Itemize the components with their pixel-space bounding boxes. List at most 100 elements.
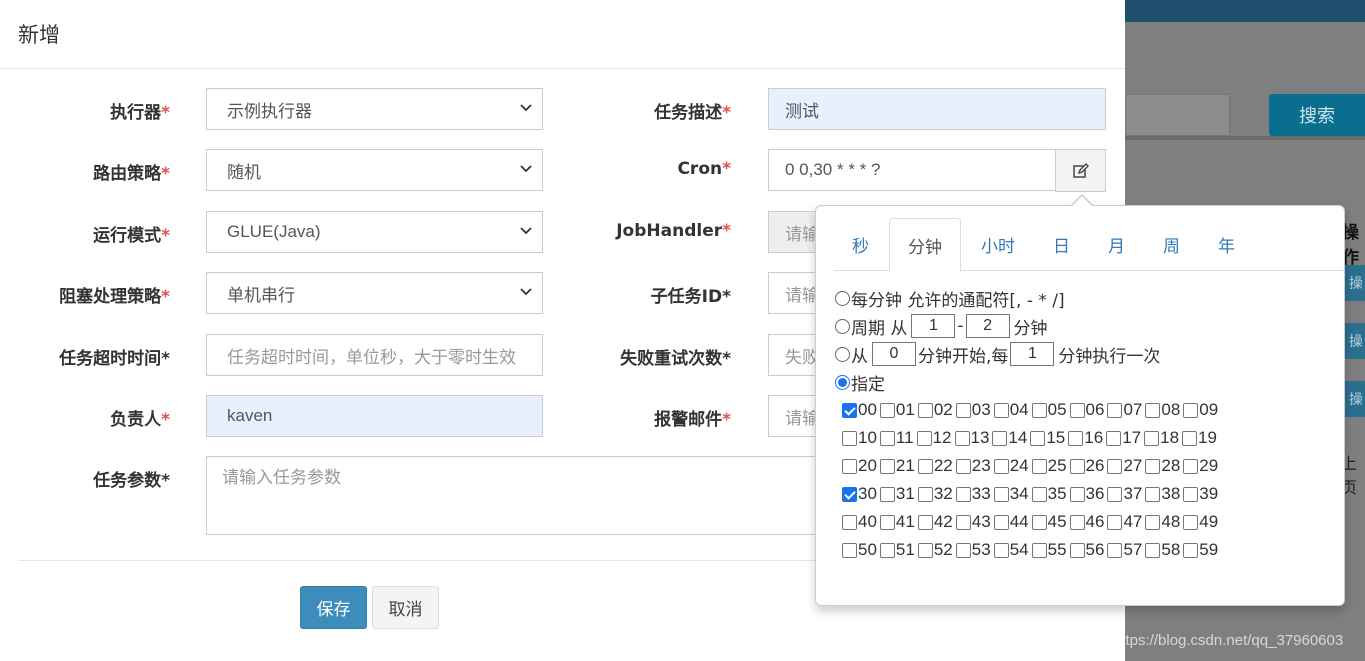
cron-tab[interactable]: 秒 — [834, 218, 887, 271]
cron-tab[interactable]: 日 — [1035, 218, 1088, 271]
minute-option[interactable]: 36 — [1069, 484, 1107, 504]
minute-option[interactable]: 31 — [879, 484, 917, 504]
minute-option[interactable]: 18 — [1144, 428, 1181, 448]
minute-option[interactable]: 46 — [1069, 512, 1107, 532]
interval-step-input[interactable]: 1 — [1010, 342, 1055, 366]
cron-tab[interactable]: 分钟 — [889, 218, 961, 272]
minute-option[interactable]: 02 — [917, 400, 955, 420]
select-field[interactable]: GLUE(Java) — [206, 211, 543, 253]
minute-checkbox[interactable] — [1031, 542, 1047, 558]
minute-checkbox[interactable] — [1031, 486, 1047, 502]
minute-option[interactable]: 47 — [1107, 512, 1144, 532]
minute-option[interactable]: 33 — [955, 484, 993, 504]
minute-checkbox[interactable] — [1106, 430, 1122, 446]
minute-option[interactable]: 00 — [842, 400, 879, 420]
minute-option[interactable]: 54 — [993, 540, 1031, 560]
minute-checkbox[interactable] — [993, 514, 1009, 530]
minute-option[interactable]: 44 — [993, 512, 1031, 532]
minute-checkbox[interactable] — [954, 430, 970, 446]
minute-option[interactable]: 25 — [1031, 456, 1069, 476]
minute-checkbox[interactable] — [842, 430, 857, 446]
minute-option[interactable]: 42 — [917, 512, 955, 532]
background-op-button[interactable]: 操 — [1343, 265, 1365, 301]
minute-checkbox[interactable] — [1145, 514, 1161, 530]
specify-radio[interactable] — [835, 374, 850, 390]
minute-checkbox[interactable] — [1068, 430, 1084, 446]
minute-option[interactable]: 17 — [1106, 428, 1143, 448]
minute-checkbox[interactable] — [1145, 542, 1161, 558]
minute-option[interactable]: 45 — [1031, 512, 1069, 532]
minute-checkbox[interactable] — [1107, 486, 1123, 502]
minute-checkbox[interactable] — [1183, 514, 1199, 530]
minute-option[interactable]: 14 — [992, 428, 1029, 448]
text-input[interactable]: kaven — [206, 395, 543, 437]
minute-option[interactable]: 39 — [1183, 484, 1220, 504]
minute-option[interactable]: 41 — [879, 512, 917, 532]
minute-option[interactable]: 29 — [1183, 456, 1220, 476]
minute-checkbox[interactable] — [993, 486, 1009, 502]
minute-checkbox[interactable] — [955, 402, 971, 418]
minute-checkbox[interactable] — [1183, 542, 1199, 558]
background-search-input[interactable] — [1125, 94, 1230, 136]
minute-checkbox[interactable] — [1069, 402, 1085, 418]
minute-checkbox[interactable] — [1069, 486, 1085, 502]
minute-checkbox[interactable] — [842, 486, 857, 502]
minute-option[interactable]: 30 — [842, 484, 879, 504]
minute-option[interactable]: 11 — [879, 428, 916, 448]
minute-option[interactable]: 08 — [1145, 400, 1182, 420]
minute-option[interactable]: 07 — [1107, 400, 1144, 420]
cycle-from-input[interactable]: 1 — [911, 314, 956, 338]
text-input[interactable]: 任务超时时间，单位秒，大于零时生效 — [206, 334, 543, 376]
minute-option[interactable]: 53 — [955, 540, 993, 560]
interval-start-input[interactable]: 0 — [872, 342, 916, 366]
minute-checkbox[interactable] — [842, 514, 857, 530]
minute-option[interactable]: 09 — [1183, 400, 1220, 420]
minute-option[interactable]: 21 — [879, 456, 917, 476]
minute-option[interactable]: 12 — [916, 428, 954, 448]
minute-option[interactable]: 55 — [1031, 540, 1069, 560]
cron-tab[interactable]: 月 — [1090, 218, 1143, 271]
minute-option[interactable]: 27 — [1107, 456, 1144, 476]
minute-option[interactable]: 03 — [955, 400, 993, 420]
cron-tab[interactable]: 周 — [1145, 218, 1198, 271]
minute-checkbox[interactable] — [1107, 514, 1123, 530]
minute-checkbox[interactable] — [1030, 430, 1046, 446]
minute-option[interactable]: 15 — [1030, 428, 1067, 448]
minute-checkbox[interactable] — [992, 430, 1008, 446]
minute-checkbox[interactable] — [917, 458, 933, 474]
minute-option[interactable]: 23 — [955, 456, 993, 476]
minute-option[interactable]: 35 — [1031, 484, 1069, 504]
select-field[interactable]: 随机 — [206, 149, 543, 191]
minute-checkbox[interactable] — [842, 402, 857, 418]
minute-option[interactable]: 22 — [917, 456, 955, 476]
save-button[interactable]: 保存 — [300, 586, 367, 629]
minute-checkbox[interactable] — [842, 542, 857, 558]
minute-option[interactable]: 52 — [917, 540, 955, 560]
minute-option[interactable]: 20 — [842, 456, 879, 476]
minute-checkbox[interactable] — [955, 514, 971, 530]
minute-checkbox[interactable] — [916, 430, 932, 446]
minute-option[interactable]: 38 — [1145, 484, 1182, 504]
minute-checkbox[interactable] — [879, 542, 895, 558]
minute-option[interactable]: 19 — [1182, 428, 1219, 448]
minute-checkbox[interactable] — [917, 542, 933, 558]
minute-option[interactable]: 40 — [842, 512, 879, 532]
minute-checkbox[interactable] — [917, 402, 933, 418]
minute-checkbox[interactable] — [1069, 514, 1085, 530]
cron-tab[interactable]: 年 — [1200, 218, 1253, 271]
select-field[interactable]: 示例执行器 — [206, 88, 543, 130]
minute-checkbox[interactable] — [1144, 430, 1160, 446]
minute-checkbox[interactable] — [879, 458, 895, 474]
cycle-to-input[interactable]: 2 — [965, 314, 1010, 338]
cycle-radio[interactable] — [835, 318, 850, 334]
background-op-button[interactable]: 操 — [1343, 381, 1365, 417]
cancel-button[interactable]: 取消 — [372, 586, 439, 629]
background-op-button[interactable]: 操 — [1343, 323, 1365, 359]
select-field[interactable]: 单机串行 — [206, 272, 543, 314]
minute-checkbox[interactable] — [993, 542, 1009, 558]
minute-checkbox[interactable] — [955, 458, 971, 474]
background-search-button[interactable]: 搜索 — [1269, 94, 1365, 136]
minute-checkbox[interactable] — [1107, 402, 1123, 418]
minute-option[interactable]: 28 — [1145, 456, 1182, 476]
minute-checkbox[interactable] — [917, 514, 933, 530]
